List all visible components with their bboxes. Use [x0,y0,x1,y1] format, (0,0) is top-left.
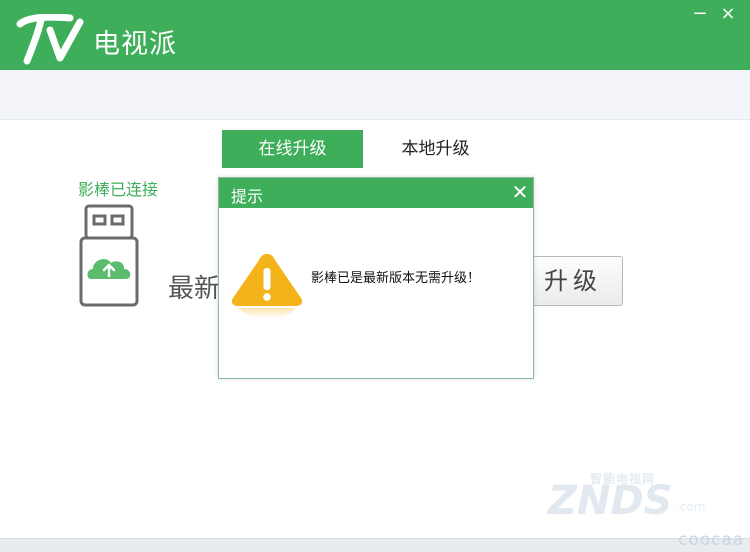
dialog-header: 提示 ✕ [219,178,533,208]
toolbar-strip [0,70,750,120]
minimize-button[interactable]: − [688,4,712,24]
status-strip [0,538,750,552]
tab-local-upgrade[interactable]: 本地升级 [365,130,506,168]
watermark-corner-brand: coocaa [678,530,745,550]
usb-dongle-icon [79,204,139,307]
upgrade-button[interactable]: 升级 [524,256,623,306]
dialog-close-icon[interactable]: ✕ [511,182,529,202]
notice-dialog: 提示 ✕ 影棒已是最新版本无需升级！ [218,177,534,379]
latest-version-text: 最新 [168,274,220,304]
device-connected-status: 影棒已连接 [78,180,159,199]
watermark-domain: .com [676,500,706,514]
tab-online-upgrade[interactable]: 在线升级 [222,130,363,168]
warning-icon [231,254,303,319]
dialog-title: 提示 [231,187,264,206]
window-close-button[interactable]: × [716,4,740,24]
app-name: 电视派 [93,29,177,60]
watermark-brand: ZNDS [548,478,673,524]
tv-logo-icon [16,14,84,65]
dialog-message: 影棒已是最新版本无需升级！ [311,271,481,286]
title-bar: 电视派 − × [0,0,750,70]
